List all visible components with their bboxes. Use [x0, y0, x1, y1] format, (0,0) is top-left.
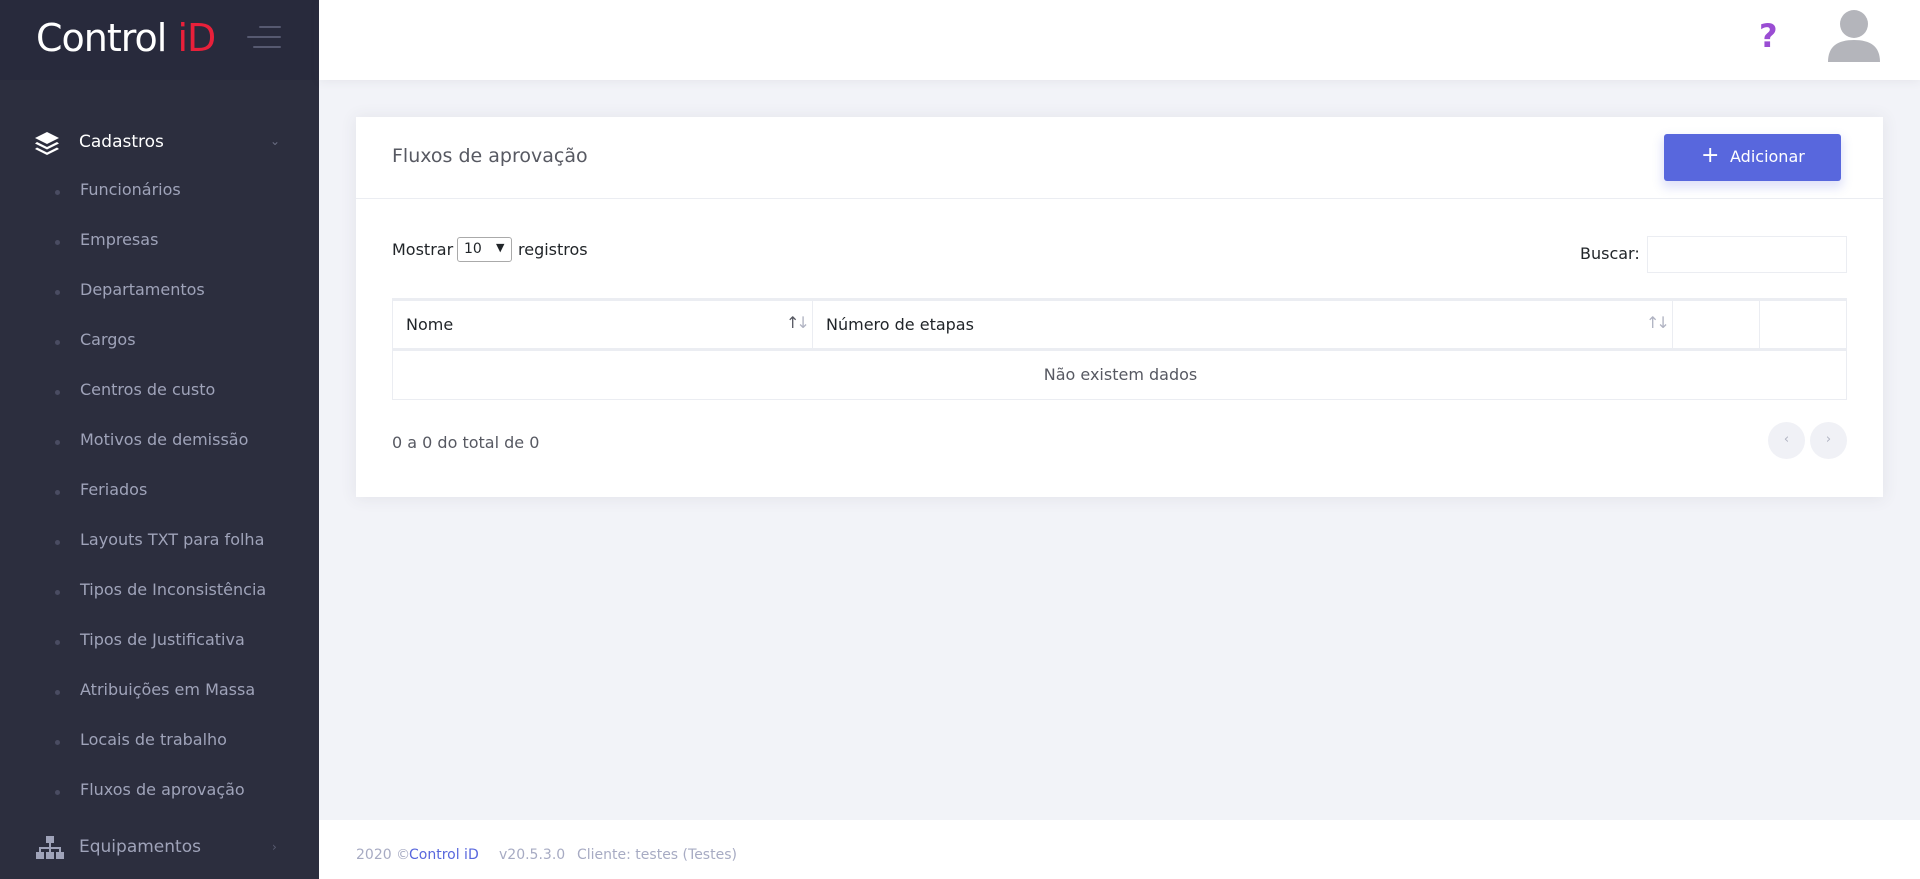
add-button-label: Adicionar	[1730, 147, 1805, 166]
search-input[interactable]	[1647, 236, 1847, 273]
sidebar-section-equipamentos[interactable]: Equipamentos ›	[0, 828, 319, 868]
sidebar-item-tipos-de-justificativa[interactable]: Tipos de Justificativa	[0, 621, 319, 661]
sidebar-item-funcionarios[interactable]: Funcionários	[0, 171, 319, 211]
page-title: Fluxos de aprovação	[392, 145, 588, 167]
sidebar-item-fluxos-de-aprovacao[interactable]: Fluxos de aprovação	[0, 771, 319, 811]
sidebar-item-label: Motivos de demissão	[80, 430, 249, 449]
bullet-icon	[55, 490, 60, 495]
bullet-icon	[55, 640, 60, 645]
sidebar-item-tipos-de-inconsistencia[interactable]: Tipos de Inconsistência	[0, 571, 319, 611]
add-button[interactable]: + Adicionar	[1664, 134, 1841, 181]
menu-toggle-icon[interactable]	[247, 26, 281, 48]
search-label: Buscar:	[1580, 244, 1640, 263]
sidebar-item-label: Feriados	[80, 480, 148, 499]
logo-text: Control	[36, 16, 178, 60]
plus-icon: +	[1701, 143, 1720, 168]
next-page-button[interactable]: ›	[1810, 422, 1847, 459]
sort-asc-icon: ↑↓	[786, 313, 810, 332]
sitemap-icon	[36, 836, 64, 859]
bullet-icon	[55, 790, 60, 795]
sidebar-item-layouts-txt[interactable]: Layouts TXT para folha	[0, 521, 319, 561]
column-header-nome[interactable]: Nome ↑↓	[393, 301, 813, 348]
footer: 2020 © Control iD v20.5.3.0 Cliente: tes…	[319, 820, 1920, 879]
topbar	[319, 0, 1920, 80]
table-info: 0 a 0 do total de 0	[392, 433, 540, 452]
column-header-action-2	[1760, 301, 1846, 348]
layers-icon	[35, 132, 59, 155]
bullet-icon	[55, 740, 60, 745]
column-header-action-1	[1673, 301, 1760, 348]
chevron-down-icon: ⌄	[270, 134, 281, 148]
column-header-label: Número de etapas	[826, 315, 974, 334]
page-size-value: 10	[464, 241, 482, 257]
sidebar-item-label: Tipos de Justificativa	[80, 630, 245, 649]
sidebar-section-cadastros[interactable]: Cadastros ⌄	[0, 120, 319, 166]
sidebar-item-atribuicoes-em-massa[interactable]: Atribuições em Massa	[0, 671, 319, 711]
bullet-icon	[55, 540, 60, 545]
sidebar-item-label: Fluxos de aprovação	[80, 780, 245, 799]
main-card: Fluxos de aprovação + Adicionar Mostrar …	[356, 117, 1883, 497]
table-empty-row: Não existem dados	[392, 351, 1847, 400]
sidebar: Control iD Cadastros ⌄ Funcionários Empr…	[0, 0, 319, 879]
sidebar-item-departamentos[interactable]: Departamentos	[0, 271, 319, 311]
sidebar-item-cargos[interactable]: Cargos	[0, 321, 319, 361]
footer-brand-link[interactable]: Control iD	[409, 847, 479, 863]
bullet-icon	[55, 240, 60, 245]
chevron-right-icon: ›	[272, 840, 277, 854]
footer-copyright: 2020 ©	[356, 847, 411, 863]
sidebar-item-label: Funcionários	[80, 180, 181, 199]
brand-header: Control iD	[0, 0, 319, 80]
sidebar-item-motivos-de-demissao[interactable]: Motivos de demissão	[0, 421, 319, 461]
bullet-icon	[55, 690, 60, 695]
column-header-label: Nome	[406, 315, 454, 334]
logo-accent: iD	[177, 16, 216, 60]
column-header-numero-de-etapas[interactable]: Número de etapas ↑↓	[813, 301, 1673, 348]
footer-version: v20.5.3.0	[499, 847, 566, 863]
previous-page-button[interactable]: ‹	[1768, 422, 1805, 459]
logo[interactable]: Control iD	[36, 16, 216, 60]
bullet-icon	[55, 340, 60, 345]
bullet-icon	[55, 440, 60, 445]
footer-client: Cliente: testes (Testes)	[577, 847, 737, 863]
card-header: Fluxos de aprovação + Adicionar	[356, 117, 1883, 199]
empty-message: Não existem dados	[1043, 365, 1198, 384]
sidebar-section-label: Cadastros	[79, 132, 164, 152]
sidebar-item-label: Locais de trabalho	[80, 730, 227, 749]
show-prefix: Mostrar	[392, 240, 454, 259]
sidebar-item-empresas[interactable]: Empresas	[0, 221, 319, 261]
bullet-icon	[55, 590, 60, 595]
sidebar-item-label: Empresas	[80, 230, 159, 249]
sidebar-section-label: Equipamentos	[79, 837, 201, 857]
help-question-icon[interactable]: ?	[1759, 17, 1778, 55]
bullet-icon	[55, 390, 60, 395]
sidebar-item-locais-de-trabalho[interactable]: Locais de trabalho	[0, 721, 319, 761]
page-size-select[interactable]: 10 ▼	[457, 237, 512, 262]
sidebar-item-label: Cargos	[80, 330, 136, 349]
sidebar-item-feriados[interactable]: Feriados	[0, 471, 319, 511]
table-header: Nome ↑↓ Número de etapas ↑↓	[392, 298, 1847, 351]
sidebar-item-centros-de-custo[interactable]: Centros de custo	[0, 371, 319, 411]
bullet-icon	[55, 290, 60, 295]
sidebar-item-label: Atribuições em Massa	[80, 680, 256, 699]
show-suffix: registros	[518, 240, 588, 259]
sidebar-item-label: Centros de custo	[80, 380, 216, 399]
sidebar-item-label: Layouts TXT para folha	[80, 530, 265, 549]
sidebar-item-label: Departamentos	[80, 280, 205, 299]
sidebar-item-label: Tipos de Inconsistência	[80, 580, 267, 599]
sort-icon: ↑↓	[1646, 313, 1670, 332]
user-avatar-icon[interactable]	[1826, 8, 1882, 62]
dropdown-arrow-icon: ▼	[496, 241, 505, 254]
bullet-icon	[55, 190, 60, 195]
